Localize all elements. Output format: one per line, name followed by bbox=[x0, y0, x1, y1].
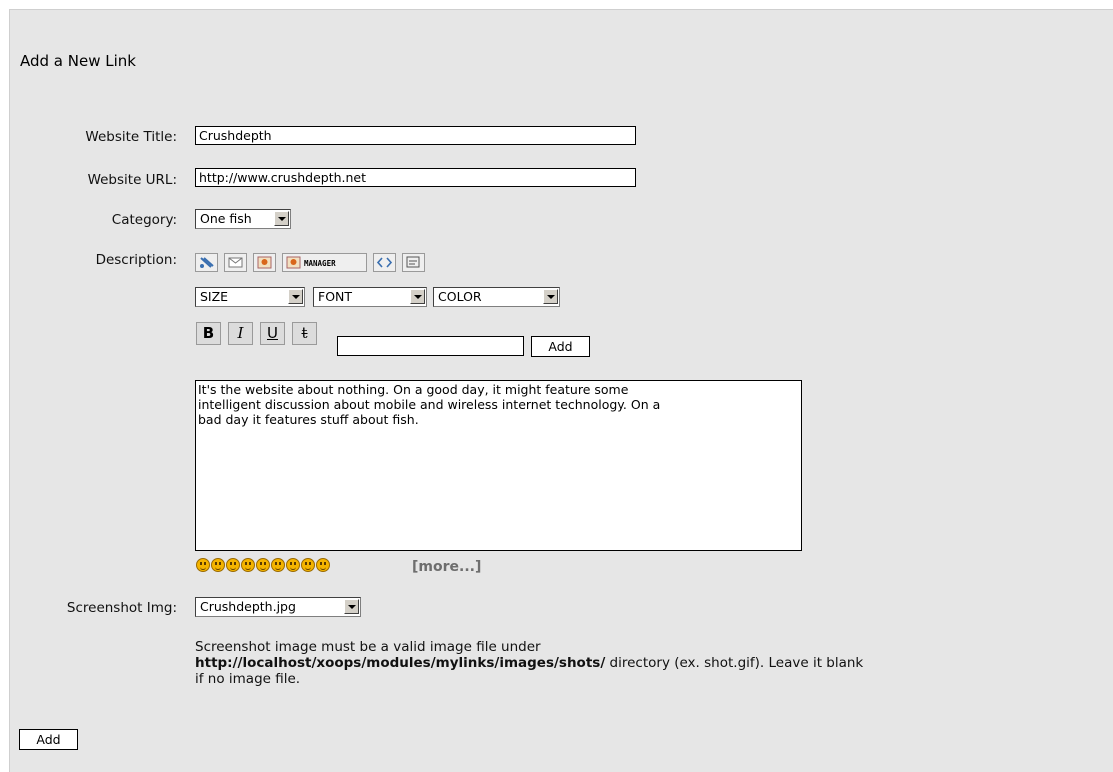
editor-add-button[interactable]: Add bbox=[531, 336, 590, 357]
image-manager-icon[interactable]: MANAGER bbox=[282, 253, 367, 272]
chevron-down-icon bbox=[344, 599, 359, 614]
category-select[interactable]: One fish bbox=[195, 209, 291, 229]
mad-icon[interactable] bbox=[301, 558, 315, 572]
sad-icon[interactable] bbox=[226, 558, 240, 572]
chevron-down-icon bbox=[288, 289, 303, 304]
category-select-value: One fish bbox=[200, 211, 252, 226]
italic-button[interactable]: I bbox=[228, 322, 253, 345]
font-select[interactable]: FONT bbox=[313, 287, 427, 307]
code-icon[interactable] bbox=[373, 253, 396, 272]
manager-label: MANAGER bbox=[304, 259, 336, 268]
category-label: Category: bbox=[111, 212, 177, 228]
quote-icon[interactable] bbox=[402, 253, 425, 272]
chevron-down-icon bbox=[274, 211, 289, 226]
form-heading: Add a New Link bbox=[20, 52, 136, 70]
help-path: http://localhost/xoops/modules/mylinks/i… bbox=[195, 655, 606, 671]
font-select-value: FONT bbox=[318, 289, 353, 304]
screenshot-help-text: Screenshot image must be a valid image f… bbox=[195, 639, 875, 687]
strikethrough-button[interactable]: t bbox=[292, 322, 317, 345]
confused-icon[interactable] bbox=[256, 558, 270, 572]
email-icon[interactable] bbox=[224, 253, 247, 272]
website-url-input[interactable]: http://www.crushdepth.net bbox=[195, 168, 636, 187]
size-select-value: SIZE bbox=[200, 289, 229, 304]
smile-icon[interactable] bbox=[211, 558, 225, 572]
description-label: Description: bbox=[95, 252, 177, 268]
razz-icon[interactable] bbox=[316, 558, 330, 572]
size-select[interactable]: SIZE bbox=[195, 287, 305, 307]
bold-button[interactable]: B bbox=[196, 322, 221, 345]
submit-add-button[interactable]: Add bbox=[19, 729, 78, 750]
screenshot-select[interactable]: Crushdepth.jpg bbox=[195, 597, 361, 617]
help-line-pre: Screenshot image must be a valid image f… bbox=[195, 639, 541, 655]
screenshot-label: Screenshot Img: bbox=[66, 600, 177, 616]
chevron-down-icon bbox=[543, 289, 558, 304]
description-textarea[interactable]: It's the website about nothing. On a goo… bbox=[195, 380, 802, 551]
website-url-label: Website URL: bbox=[87, 172, 177, 188]
biggrin-icon[interactable] bbox=[196, 558, 210, 572]
url-icon[interactable] bbox=[195, 253, 218, 272]
color-select-value: COLOR bbox=[438, 289, 482, 304]
lol-icon[interactable] bbox=[286, 558, 300, 572]
editor-text-input[interactable] bbox=[337, 336, 524, 356]
screenshot-select-value: Crushdepth.jpg bbox=[200, 599, 296, 614]
color-select[interactable]: COLOR bbox=[433, 287, 560, 307]
underline-button[interactable]: U bbox=[260, 322, 285, 345]
form-panel: Add a New Link Website Title: Crushdepth… bbox=[9, 9, 1113, 772]
chevron-down-icon bbox=[410, 289, 425, 304]
more-smilies-link[interactable]: [more...] bbox=[412, 559, 481, 575]
image-icon[interactable] bbox=[253, 253, 276, 272]
website-title-label: Website Title: bbox=[85, 129, 177, 145]
cool-icon[interactable] bbox=[271, 558, 285, 572]
eek-icon[interactable] bbox=[241, 558, 255, 572]
website-title-input[interactable]: Crushdepth bbox=[195, 126, 636, 145]
